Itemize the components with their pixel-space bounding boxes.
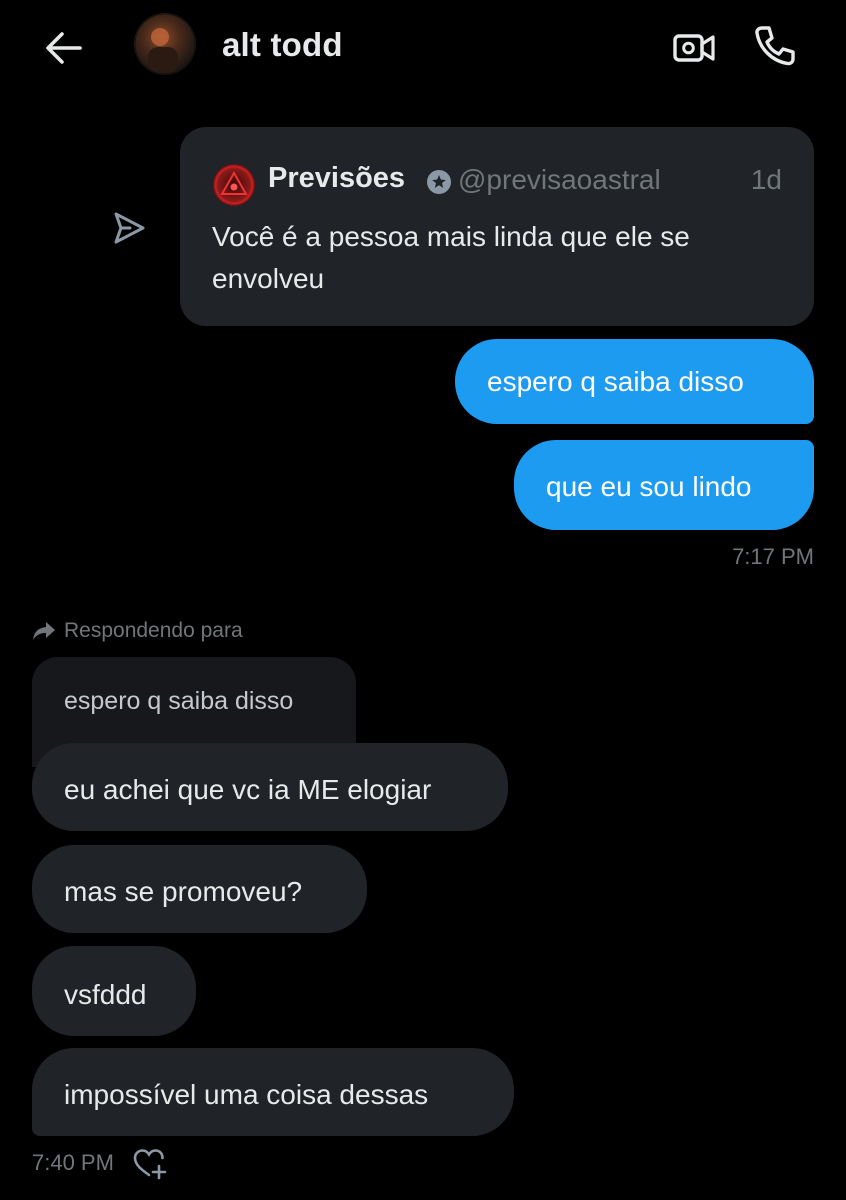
message-timestamp: 7:17 PM: [732, 544, 814, 569]
video-call-button[interactable]: [670, 24, 718, 72]
reply-quote-text: espero q saiba disso: [64, 687, 294, 715]
message-text: espero q saiba disso: [487, 366, 744, 397]
shared-tweet-card[interactable]: Previsões @previsaoastral 1d Você é a pe…: [180, 127, 814, 326]
reply-context-text: Respondendo para: [64, 619, 243, 642]
voice-call-button[interactable]: [750, 22, 798, 70]
message-text: que eu sou lindo: [546, 471, 752, 502]
tweet-text: Você é a pessoa mais linda que ele se en…: [212, 221, 690, 294]
arrow-left-icon: [46, 32, 82, 64]
message-bubble-outgoing[interactable]: que eu sou lindo: [514, 440, 814, 530]
avatar-image: [134, 13, 196, 75]
video-call-icon: [673, 34, 715, 62]
phone-icon: [755, 26, 795, 66]
message-bubble-incoming[interactable]: impossível uma coisa dessas: [32, 1048, 514, 1136]
heart-plus-icon: [133, 1149, 167, 1180]
verified-badge-icon: [427, 170, 451, 194]
tweet-author-name: Previsões: [268, 162, 406, 194]
reply-context-label: Respondendo para: [32, 619, 243, 643]
avatar[interactable]: [134, 13, 196, 75]
message-timestamp: 7:40 PM: [32, 1150, 114, 1175]
message-text: eu achei que vc ia ME elogiar: [64, 774, 432, 805]
message-text: impossível uma coisa dessas: [64, 1079, 429, 1110]
reply-arrow-icon: [33, 622, 55, 640]
contact-name[interactable]: alt todd: [222, 26, 343, 64]
share-icon: [108, 208, 148, 248]
message-text: vsfddd: [64, 979, 147, 1010]
tweet-author-avatar: [213, 164, 255, 206]
message-bubble-incoming[interactable]: vsfddd: [32, 946, 196, 1036]
message-bubble-outgoing[interactable]: espero q saiba disso: [455, 339, 814, 424]
tweet-author-handle: @previsaoastral: [458, 164, 661, 195]
tweet-time: 1d: [750, 164, 782, 195]
back-button[interactable]: [40, 24, 88, 72]
message-bubble-incoming[interactable]: mas se promoveu?: [32, 845, 367, 933]
add-reaction-button[interactable]: [132, 1147, 168, 1181]
message-bubble-incoming[interactable]: eu achei que vc ia ME elogiar: [32, 743, 508, 831]
message-text: mas se promoveu?: [64, 876, 303, 907]
